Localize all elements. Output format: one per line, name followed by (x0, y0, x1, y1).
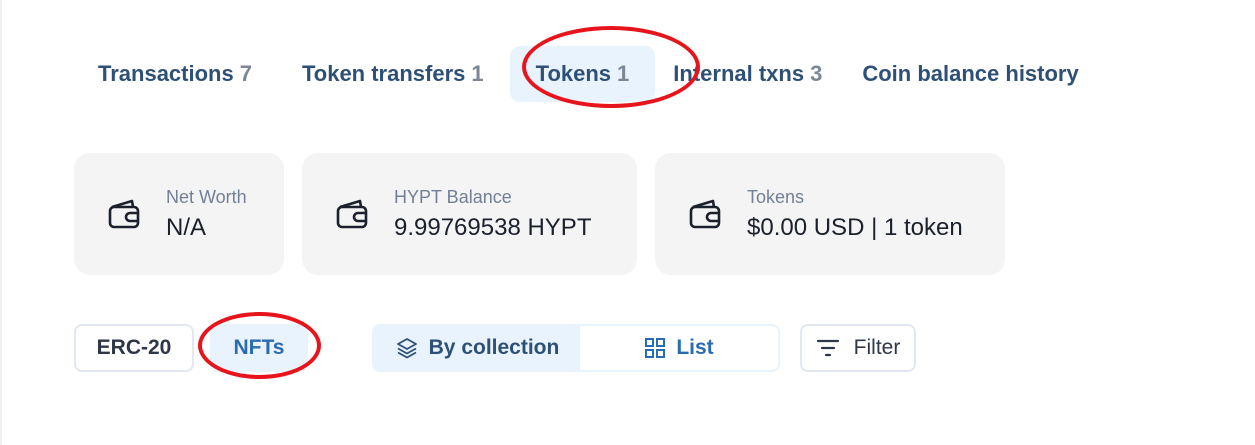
filter-icon (816, 339, 839, 357)
card-value: N/A (166, 213, 207, 241)
list-toggle[interactable]: List (580, 326, 778, 370)
erc20-label: ERC-20 (96, 336, 172, 359)
tab-token-transfers[interactable]: Token transfers 1 (284, 46, 502, 102)
card-tokens: Tokens $0.00 USD | 1 token (655, 153, 1005, 275)
filter-label: Filter (853, 336, 901, 359)
tab-tokens[interactable]: Tokens 1 (509, 46, 656, 102)
tab-label: Internal txns (673, 61, 805, 86)
by-collection-toggle[interactable]: By collection (374, 326, 580, 370)
tab-count: 3 (810, 61, 823, 86)
card-net-worth: Net Worth N/A (74, 153, 284, 275)
wallet-icon (108, 199, 140, 229)
tab-count: 7 (239, 61, 252, 86)
wallet-icon (689, 199, 721, 229)
card-label: Tokens (747, 186, 805, 207)
tab-coin-balance-history[interactable]: Coin balance history (844, 46, 1096, 102)
card-label: HYPT Balance (394, 186, 512, 207)
list-label: List (676, 336, 714, 359)
grid-icon (645, 338, 666, 358)
tab-label: Token transfers (301, 61, 466, 86)
tab-label: Transactions (98, 61, 234, 86)
by-collection-label: By collection (428, 336, 560, 359)
tab-transactions[interactable]: Transactions 7 (80, 46, 270, 102)
tab-count: 1 (471, 61, 484, 86)
view-toggle: By collection List (372, 324, 780, 372)
address-tabs: Transactions 7 Token transfers 1 Tokens 1 I… (80, 40, 1097, 108)
card-hypt-balance: HYPT Balance 9.99769538 HYPT (302, 153, 637, 275)
nfts-filter-button[interactable]: NFTs (210, 324, 308, 372)
layers-icon (396, 338, 417, 359)
card-label: Net Worth (166, 186, 247, 207)
tab-label: Coin balance history (862, 61, 1079, 86)
nfts-label: NFTs (233, 336, 285, 359)
tab-internal-txns[interactable]: Internal txns 3 (655, 46, 840, 102)
filter-button[interactable]: Filter (800, 324, 916, 372)
card-value: $0.00 USD | 1 token (747, 213, 963, 241)
tab-label: Tokens (535, 61, 612, 86)
erc20-filter-button[interactable]: ERC-20 (74, 324, 194, 372)
tab-count: 1 (617, 61, 630, 86)
card-value: 9.99769538 HYPT (394, 213, 592, 241)
wallet-icon (336, 199, 368, 229)
page-left-border (0, 0, 2, 445)
